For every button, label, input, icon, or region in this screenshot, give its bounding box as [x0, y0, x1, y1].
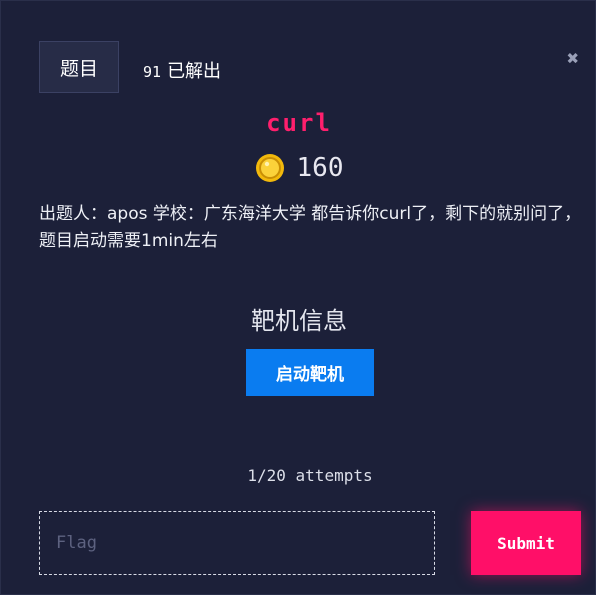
start-target-button[interactable]: 启动靶机 — [246, 349, 374, 396]
challenge-description: 出题人：apos 学校：广东海洋大学 都告诉你curl了，剩下的就别问了，题目启… — [39, 204, 582, 251]
solves-count: 91 — [143, 63, 162, 81]
challenge-modal: 题目 91 已解出 ✖ curl 160 出题人：apos 学校：广东海洋大学 … — [0, 0, 596, 595]
solves-label: 已解出 — [167, 61, 222, 82]
challenge-points: 160 — [1, 153, 596, 183]
coin-icon — [255, 154, 284, 182]
tab-challenge[interactable]: 题目 — [39, 41, 119, 93]
points-value: 160 — [296, 153, 344, 183]
submit-button[interactable]: Submit — [471, 511, 581, 575]
close-icon[interactable]: ✖ — [564, 48, 582, 68]
target-section-title: 靶机信息 — [251, 307, 347, 335]
solves-info: 91 已解出 — [143, 57, 221, 83]
challenge-title: curl — [266, 109, 332, 137]
attempts-counter: 1/20 attempts — [247, 466, 373, 485]
flag-input[interactable] — [39, 511, 435, 575]
